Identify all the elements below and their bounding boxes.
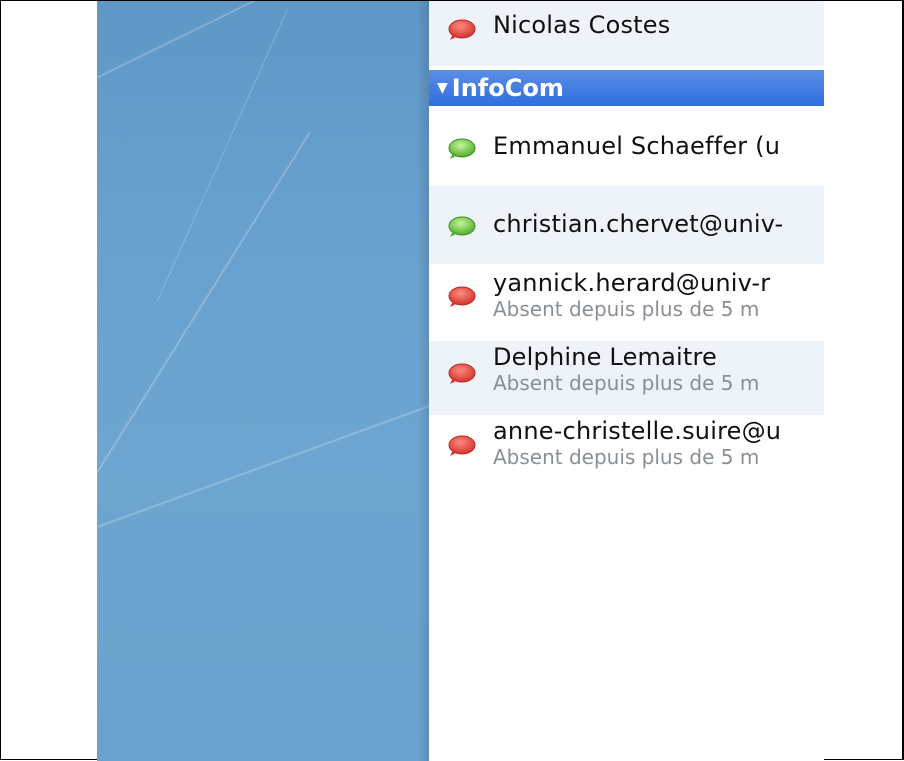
contact-row[interactable]: christian.chervet@univ- (429, 186, 824, 264)
contact-row[interactable]: yannick.herard@univ-r Absent depuis plus… (429, 264, 824, 341)
contact-name: christian.chervet@univ- (493, 210, 784, 238)
contact-row[interactable]: Nicolas Costes (429, 1, 824, 66)
contact-row[interactable]: Emmanuel Schaeffer (u (429, 106, 824, 186)
contact-status: Absent depuis plus de 5 m (493, 371, 760, 395)
group-header-infocom[interactable]: ▼ InfoCom (429, 70, 824, 106)
group-label: InfoCom (451, 74, 564, 102)
contact-name: anne-christelle.suire@u (493, 417, 782, 445)
contact-name: Nicolas Costes (493, 11, 671, 39)
buddy-list: Nicolas Costes ▼ InfoCom Emmanuel Schaeff… (429, 1, 824, 761)
red-bubble-icon (448, 435, 476, 456)
green-bubble-icon (448, 216, 476, 237)
contact-name: yannick.herard@univ-r (493, 269, 771, 297)
red-bubble-icon (448, 363, 476, 384)
contact-status: Absent depuis plus de 5 m (493, 445, 760, 469)
contact-status: Absent depuis plus de 5 m (493, 297, 760, 321)
contact-row[interactable]: Delphine Lemaitre Absent depuis plus de … (429, 341, 824, 415)
window-frame: Nicolas Costes ▼ InfoCom Emmanuel Schaeff… (0, 0, 904, 761)
contact-row[interactable]: anne-christelle.suire@u Absent depuis pl… (429, 415, 824, 485)
desktop-background (97, 1, 429, 761)
green-bubble-icon (448, 138, 476, 159)
contact-name: Delphine Lemaitre (493, 343, 718, 371)
red-bubble-icon (448, 19, 476, 40)
red-bubble-icon (448, 286, 476, 307)
disclosure-triangle-icon[interactable]: ▼ (437, 70, 448, 106)
contact-name: Emmanuel Schaeffer (u (493, 132, 781, 160)
